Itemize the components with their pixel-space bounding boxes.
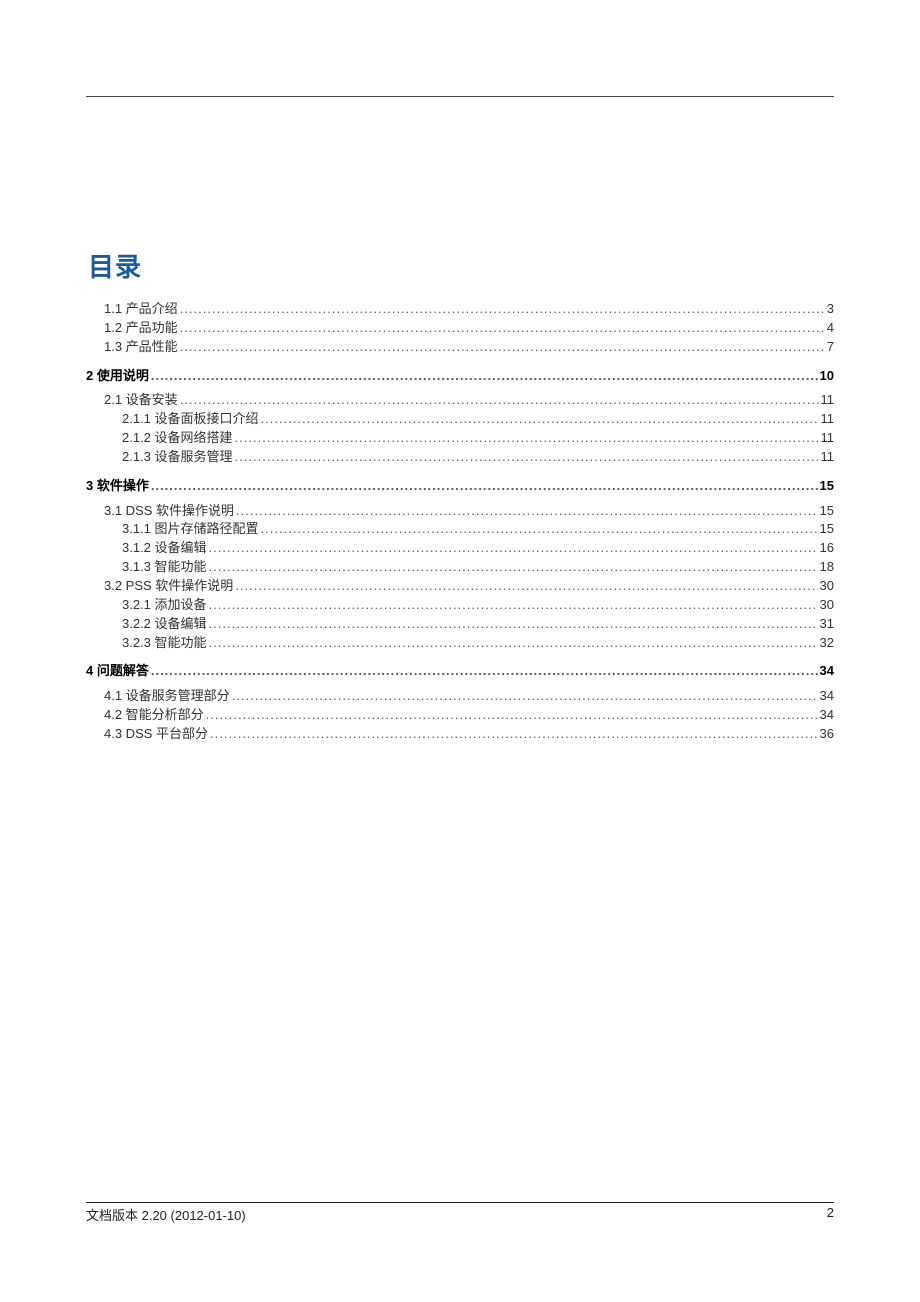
toc-entry-leader: [233, 577, 817, 596]
toc-entry-page: 32: [818, 634, 834, 653]
toc-entry[interactable]: 1.2 产品功能 4: [86, 319, 834, 338]
toc-entry-leader: [234, 502, 818, 521]
toc-entry-leader: [178, 300, 825, 319]
toc-entry-leader: [259, 410, 819, 429]
toc-entry-leader: [178, 391, 819, 410]
toc-entry-label: 3.2.1 添加设备: [122, 596, 207, 615]
toc-title: 目录: [88, 247, 834, 284]
toc-entry-label: 4.1 设备服务管理部分: [104, 687, 230, 706]
toc-entry-leader: [259, 520, 818, 539]
toc-entry-page: 11: [819, 410, 835, 429]
toc-entry-page: 34: [818, 662, 834, 681]
toc-entry-label: 4.3 DSS 平台部分: [104, 725, 208, 744]
toc-entry-label: 3.2 PSS 软件操作说明: [104, 577, 233, 596]
toc-entry-label: 2.1.2 设备网络搭建: [122, 429, 233, 448]
toc-entry-leader: [208, 725, 818, 744]
toc-entry-page: 36: [818, 725, 834, 744]
toc-entry-label: 4.2 智能分析部分: [104, 706, 204, 725]
header-rule: [86, 96, 834, 97]
toc-entry-page: 15: [818, 502, 834, 521]
toc-entry-label: 1.1 产品介绍: [104, 300, 178, 319]
toc-entry-label: 3.1.1 图片存储路径配置: [122, 520, 259, 539]
toc-entry-page: 15: [818, 477, 834, 496]
toc-entry[interactable]: 3.2 PSS 软件操作说明 30: [86, 577, 834, 596]
toc-list: 1.1 产品介绍 31.2 产品功能 41.3 产品性能 72 使用说明 102…: [86, 300, 834, 744]
toc-entry-leader: [149, 477, 818, 496]
toc-entry-page: 15: [818, 520, 834, 539]
toc-entry[interactable]: 4.1 设备服务管理部分 34: [86, 687, 834, 706]
toc-entry[interactable]: 3.1.2 设备编辑 16: [86, 539, 834, 558]
toc-entry-label: 2.1.1 设备面板接口介绍: [122, 410, 259, 429]
toc-entry-page: 3: [825, 300, 834, 319]
toc-entry-leader: [149, 662, 818, 681]
toc-entry-page: 34: [818, 687, 834, 706]
toc-entry-leader: [233, 429, 819, 448]
toc-entry-page: 11: [819, 429, 835, 448]
toc-entry-page: 11: [819, 448, 835, 467]
toc-entry-leader: [207, 558, 818, 577]
toc-entry[interactable]: 1.3 产品性能 7: [86, 338, 834, 357]
toc-entry-page: 4: [825, 319, 834, 338]
toc-entry[interactable]: 2.1 设备安装 11: [86, 391, 834, 410]
document-page: 目录 1.1 产品介绍 31.2 产品功能 41.3 产品性能 72 使用说明 …: [0, 0, 920, 1302]
toc-entry-leader: [207, 615, 818, 634]
toc-entry-page: 11: [819, 391, 835, 410]
toc-entry[interactable]: 3.2.3 智能功能 32: [86, 634, 834, 653]
footer-page-number: 2: [827, 1205, 834, 1224]
toc-entry[interactable]: 4.3 DSS 平台部分 36: [86, 725, 834, 744]
toc-entry-page: 10: [818, 367, 834, 386]
toc-entry-leader: [233, 448, 819, 467]
toc-entry-label: 2.1.3 设备服务管理: [122, 448, 233, 467]
toc-entry-leader: [207, 596, 818, 615]
toc-entry[interactable]: 2.1.2 设备网络搭建 11: [86, 429, 834, 448]
toc-entry[interactable]: 2.1.3 设备服务管理 11: [86, 448, 834, 467]
toc-entry[interactable]: 3.2.2 设备编辑 31: [86, 615, 834, 634]
toc-entry-leader: [178, 338, 825, 357]
toc-entry-leader: [230, 687, 818, 706]
toc-entry[interactable]: 3.1.1 图片存储路径配置 15: [86, 520, 834, 539]
toc-entry-label: 3.2.3 智能功能: [122, 634, 207, 653]
toc-entry[interactable]: 3 软件操作 15: [86, 477, 834, 496]
toc-entry-label: 2.1 设备安装: [104, 391, 178, 410]
toc-entry-page: 18: [818, 558, 834, 577]
toc-entry[interactable]: 2 使用说明 10: [86, 367, 834, 386]
toc-entry-leader: [207, 634, 818, 653]
toc-entry-label: 3.1.3 智能功能: [122, 558, 207, 577]
toc-entry-leader: [149, 367, 818, 386]
toc-entry-page: 30: [818, 577, 834, 596]
toc-entry[interactable]: 2.1.1 设备面板接口介绍 11: [86, 410, 834, 429]
toc-entry-label: 1.2 产品功能: [104, 319, 178, 338]
toc-entry-label: 3.1 DSS 软件操作说明: [104, 502, 234, 521]
toc-entry-label: 3.2.2 设备编辑: [122, 615, 207, 634]
toc-entry[interactable]: 3.1 DSS 软件操作说明 15: [86, 502, 834, 521]
toc-entry-label: 1.3 产品性能: [104, 338, 178, 357]
toc-entry-leader: [178, 319, 825, 338]
toc-entry-leader: [207, 539, 818, 558]
toc-entry[interactable]: 3.2.1 添加设备 30: [86, 596, 834, 615]
toc-entry-page: 7: [825, 338, 834, 357]
footer-version: 文档版本 2.20 (2012-01-10): [86, 1205, 246, 1224]
toc-entry-page: 31: [818, 615, 834, 634]
toc-entry-page: 30: [818, 596, 834, 615]
toc-entry[interactable]: 4 问题解答 34: [86, 662, 834, 681]
toc-entry[interactable]: 3.1.3 智能功能 18: [86, 558, 834, 577]
toc-entry-leader: [204, 706, 818, 725]
toc-entry-label: 4 问题解答: [86, 662, 149, 681]
toc-entry-label: 2 使用说明: [86, 367, 149, 386]
toc-entry-page: 34: [818, 706, 834, 725]
toc-entry-label: 3.1.2 设备编辑: [122, 539, 207, 558]
toc-entry-page: 16: [818, 539, 834, 558]
page-footer: 文档版本 2.20 (2012-01-10) 2: [86, 1202, 834, 1224]
toc-entry[interactable]: 4.2 智能分析部分 34: [86, 706, 834, 725]
toc-entry-label: 3 软件操作: [86, 477, 149, 496]
toc-entry[interactable]: 1.1 产品介绍 3: [86, 300, 834, 319]
